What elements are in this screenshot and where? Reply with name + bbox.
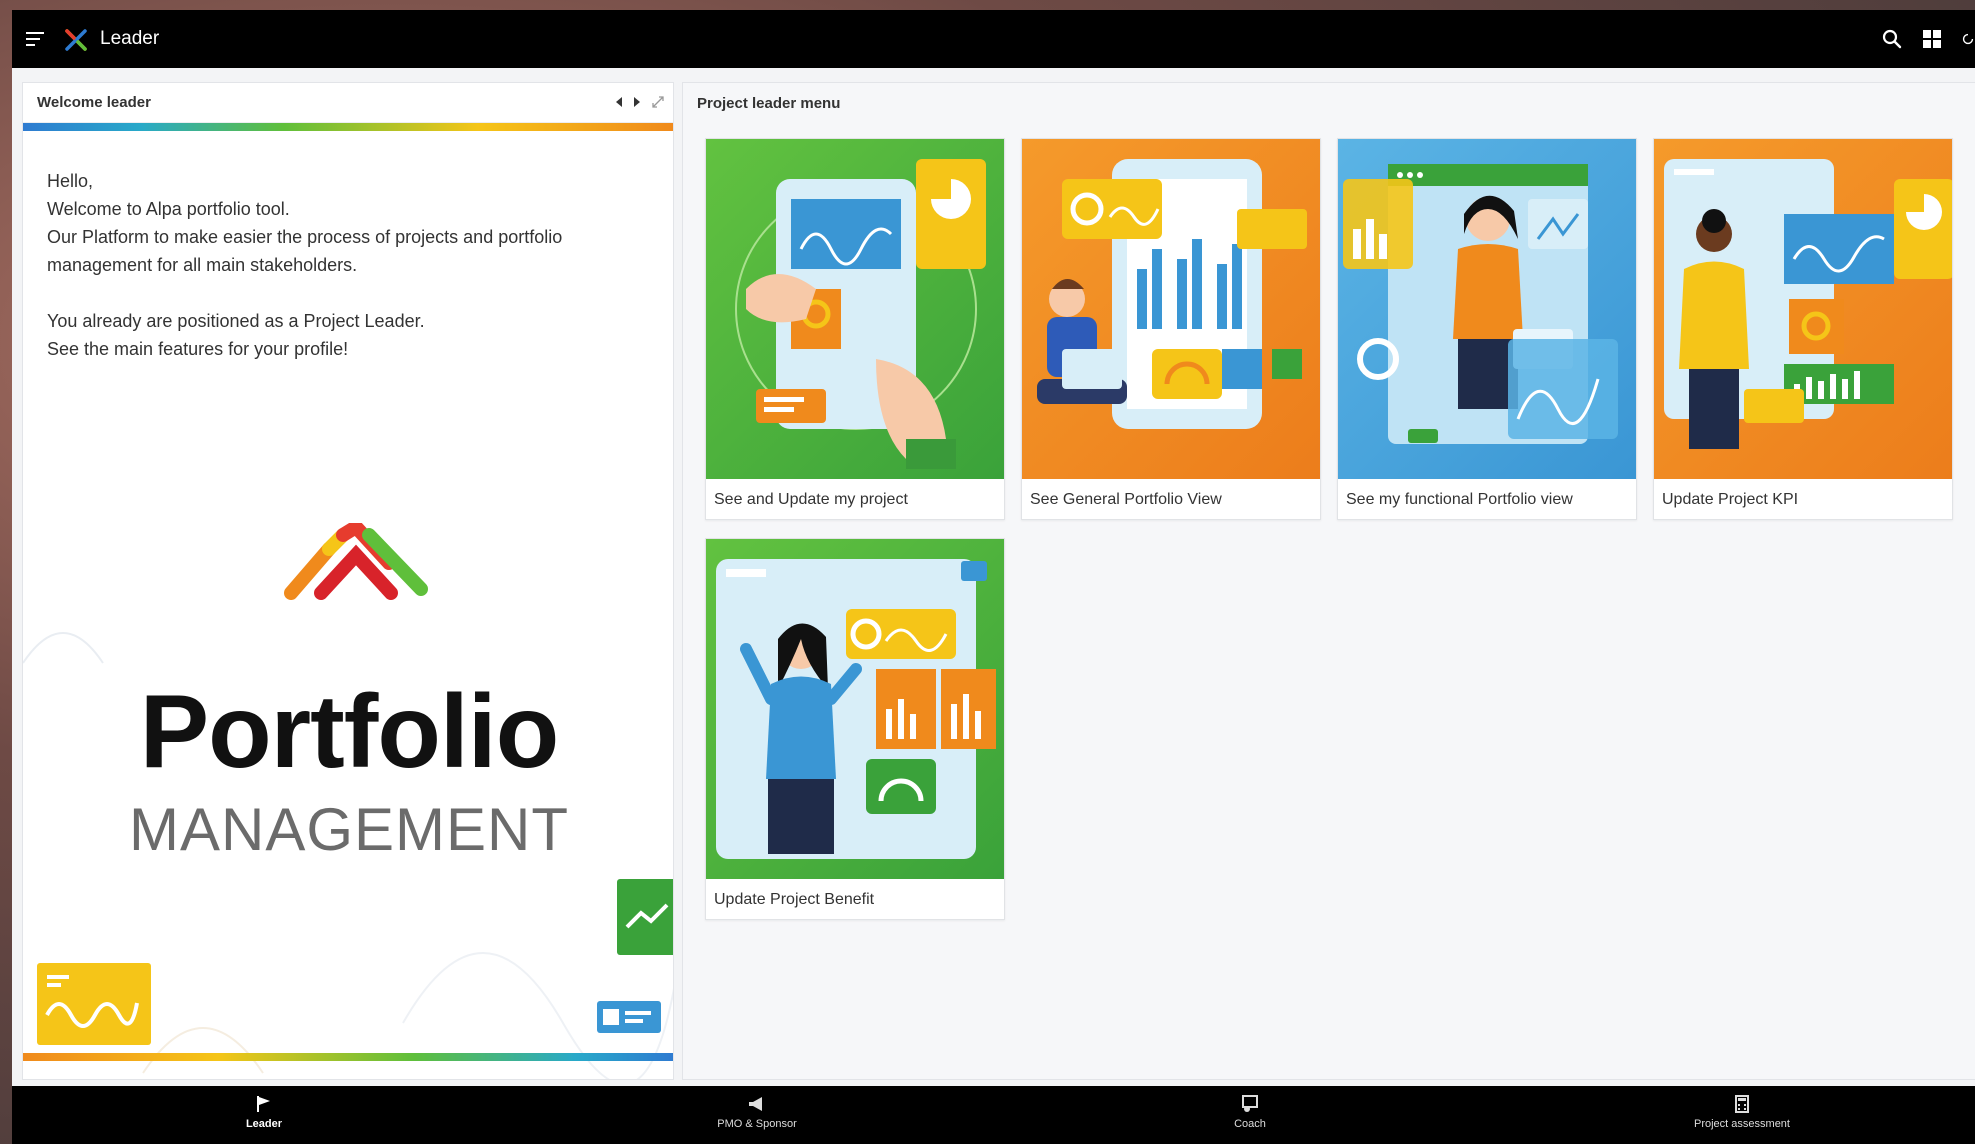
project-illustration-icon [706,139,1004,479]
card-update-project-kpi[interactable]: Update Project KPI [1653,138,1953,520]
app-screen: Leader Welcome leader Hello, Welcome to … [12,10,1975,1144]
flag-icon [257,1096,270,1112]
welcome-line: You already are positioned as a Project … [47,311,425,331]
chevron-right-icon[interactable] [633,96,641,108]
card-label: See and Update my project [714,491,908,508]
card-see-update-project[interactable]: See and Update my project [705,138,1005,520]
app-title: Leader [100,28,160,49]
app-logo-icon [65,29,87,51]
welcome-line: Our Platform to make easier the process … [47,227,563,247]
nav-label: Coach [1234,1118,1266,1130]
nav-label: Project assessment [1694,1118,1790,1130]
card-general-portfolio-view[interactable]: See General Portfolio View [1021,138,1321,520]
background-wave-icon [23,632,673,1079]
welcome-message: Hello, Welcome to Alpa portfolio tool. O… [23,131,673,363]
portfolio-illustration-icon [1022,139,1320,479]
nav-leader[interactable]: Leader [164,1094,364,1130]
welcome-line: Hello, [47,171,94,191]
nav-project-assessment[interactable]: Project assessment [1642,1094,1842,1130]
bottom-nav: Leader PMO & Sponsor Coach Project asses… [12,1086,1975,1144]
nav-label: PMO & Sponsor [717,1118,797,1130]
apps-grid-icon[interactable] [1921,28,1943,50]
nav-label: Leader [245,1118,283,1130]
benefit-illustration-icon [706,539,1004,879]
welcome-panel: Welcome leader Hello, Welcome to Alpa po… [22,82,674,1080]
top-bar: Leader [12,10,1975,68]
project-leader-menu-panel: Project leader menu See and Update my pr… [682,82,1975,1080]
menu-icon[interactable] [26,32,44,46]
welcome-line: management for all main stakeholders. [47,255,358,275]
card-functional-portfolio-view[interactable]: See my functional Portfolio view [1337,138,1637,520]
rainbow-divider-bottom [23,1053,673,1061]
card-update-project-benefit[interactable]: Update Project Benefit [705,538,1005,920]
card-label: See General Portfolio View [1030,491,1222,508]
nav-pmo-sponsor[interactable]: PMO & Sponsor [657,1094,857,1130]
welcome-line: Welcome to Alpa portfolio tool. [47,199,290,219]
card-label: Update Project KPI [1662,491,1799,508]
welcome-panel-title: Welcome leader [37,94,151,111]
nav-coach[interactable]: Coach [1150,1094,1350,1130]
coach-icon [1242,1095,1258,1112]
calculator-icon [1735,1095,1749,1113]
card-label: See my functional Portfolio view [1346,491,1573,508]
chevron-left-icon[interactable] [615,96,623,108]
kpi-illustration-icon [1654,139,1952,479]
welcome-line: See the main features for your profile! [47,339,349,359]
rainbow-divider [23,123,673,131]
card-label: Update Project Benefit [714,891,875,908]
search-icon[interactable] [1881,28,1903,50]
menu-panel-title: Project leader menu [697,94,841,112]
expand-icon[interactable] [651,95,665,109]
megaphone-icon [749,1097,762,1111]
functional-view-illustration-icon [1338,139,1636,479]
refresh-icon[interactable] [1961,28,1975,50]
